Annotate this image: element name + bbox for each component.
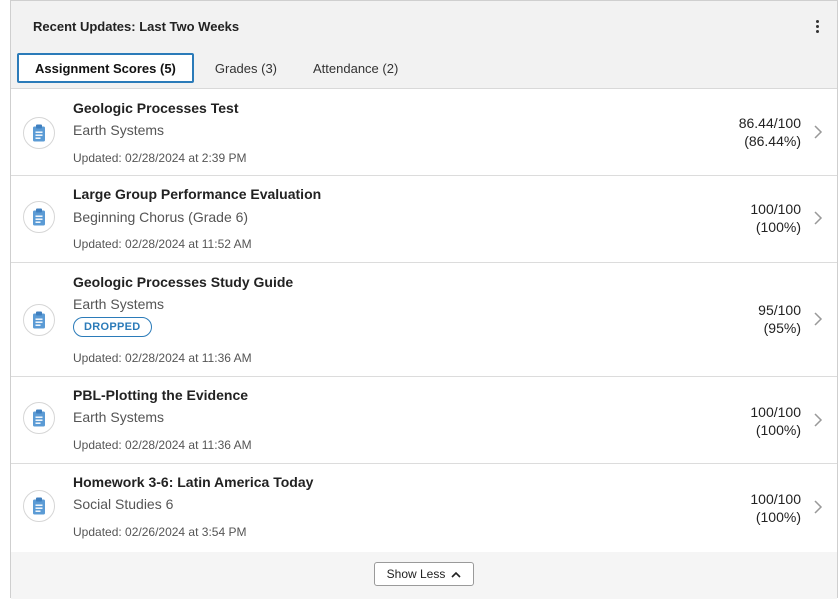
item-title: Large Group Performance Evaluation xyxy=(73,186,322,202)
item-updated: Updated: 02/28/2024 at 11:36 AM xyxy=(73,438,252,452)
updates-list: Geologic Processes Test Earth Systems Up… xyxy=(11,89,837,551)
tab-bar: Assignment Scores (5) Grades (3) Attenda… xyxy=(17,51,419,85)
list-item[interactable]: Homework 3-6: Latin America Today Social… xyxy=(11,464,837,551)
list-item[interactable]: Geologic Processes Study Guide Earth Sys… xyxy=(11,263,837,377)
item-title: Geologic Processes Study Guide xyxy=(73,274,294,290)
score-value: 100/100 xyxy=(750,201,801,217)
dropped-badge: DROPPED xyxy=(73,317,152,337)
panel-title: Recent Updates: Last Two Weeks xyxy=(33,19,240,34)
chevron-right-icon xyxy=(814,125,823,139)
kebab-icon[interactable] xyxy=(811,16,823,36)
chevron-right-icon xyxy=(814,211,823,225)
item-course: Social Studies 6 xyxy=(73,496,174,512)
clipboard-icon xyxy=(23,304,55,336)
item-course: Beginning Chorus (Grade 6) xyxy=(73,209,249,225)
recent-updates-panel: Recent Updates: Last Two Weeks Assignmen… xyxy=(10,0,838,599)
panel-header: Recent Updates: Last Two Weeks Assignmen… xyxy=(11,1,837,89)
score-percent: (100%) xyxy=(755,509,801,525)
chevron-right-icon xyxy=(814,413,823,427)
item-score: 86.44/100 (86.44%) xyxy=(681,114,801,150)
panel-footer: Show Less xyxy=(11,552,837,599)
score-percent: (100%) xyxy=(755,422,801,438)
item-course: Earth Systems xyxy=(73,296,165,312)
item-score: 100/100 (100%) xyxy=(681,490,801,526)
show-less-label: Show Less xyxy=(386,567,446,581)
item-title: Homework 3-6: Latin America Today xyxy=(73,474,314,490)
item-title: Geologic Processes Test xyxy=(73,100,239,116)
score-value: 95/100 xyxy=(758,302,801,318)
list-item[interactable]: Geologic Processes Test Earth Systems Up… xyxy=(11,89,837,176)
clipboard-icon xyxy=(23,201,55,233)
chevron-right-icon xyxy=(814,500,823,514)
item-score: 95/100 (95%) xyxy=(681,301,801,337)
tab-assignment-scores[interactable]: Assignment Scores (5) xyxy=(17,53,194,83)
score-percent: (86.44%) xyxy=(744,133,801,149)
list-item[interactable]: PBL-Plotting the Evidence Earth Systems … xyxy=(11,377,837,464)
tab-grades[interactable]: Grades (3) xyxy=(200,53,292,83)
item-updated: Updated: 02/28/2024 at 2:39 PM xyxy=(73,151,247,165)
item-title: PBL-Plotting the Evidence xyxy=(73,387,249,403)
item-score: 100/100 (100%) xyxy=(681,200,801,236)
item-updated: Updated: 02/26/2024 at 3:54 PM xyxy=(73,525,247,539)
chevron-right-icon xyxy=(814,312,823,326)
item-updated: Updated: 02/28/2024 at 11:52 AM xyxy=(73,237,252,251)
item-course: Earth Systems xyxy=(73,409,165,425)
clipboard-icon xyxy=(23,490,55,522)
score-value: 86.44/100 xyxy=(738,115,801,131)
item-course: Earth Systems xyxy=(73,122,165,138)
clipboard-icon xyxy=(23,402,55,434)
score-value: 100/100 xyxy=(750,491,801,507)
score-percent: (100%) xyxy=(755,219,801,235)
tab-attendance[interactable]: Attendance (2) xyxy=(298,53,413,83)
item-score: 100/100 (100%) xyxy=(681,403,801,439)
chevron-up-icon xyxy=(451,571,461,578)
score-percent: (95%) xyxy=(763,320,801,336)
list-item[interactable]: Large Group Performance Evaluation Begin… xyxy=(11,176,837,263)
score-value: 100/100 xyxy=(750,404,801,420)
item-updated: Updated: 02/28/2024 at 11:36 AM xyxy=(73,351,252,365)
show-less-button[interactable]: Show Less xyxy=(373,562,475,586)
clipboard-icon xyxy=(23,117,55,149)
